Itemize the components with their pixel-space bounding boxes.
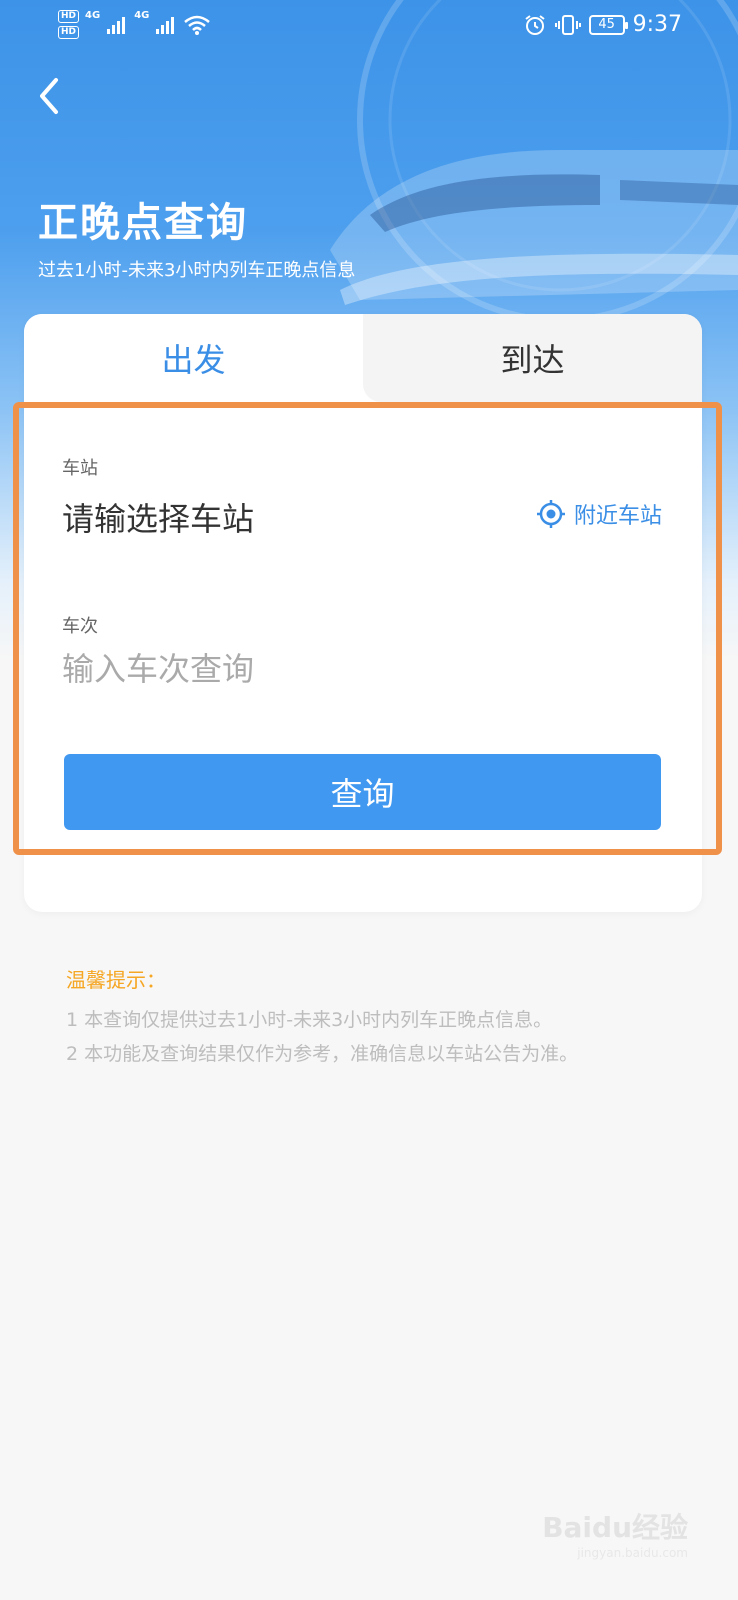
page-subtitle: 过去1小时-未来3小时内列车正晚点信息 [38, 260, 356, 281]
tips-section: 温馨提示： 1 本查询仅提供过去1小时-未来3小时内列车正晚点信息。 2 本功能… [66, 964, 578, 1071]
clock: 9:37 [632, 12, 682, 37]
station-label: 车站 [62, 458, 98, 479]
query-button[interactable]: 查询 [64, 754, 661, 830]
train-number-input[interactable] [62, 646, 622, 692]
hd-badge: HD [58, 26, 80, 39]
network-type: 4G [134, 10, 150, 21]
query-card: 出发 到达 车站 请输选择车站 附近车站 车次 查询 [24, 314, 702, 912]
nearby-station-button[interactable]: 附近车站 [536, 498, 662, 530]
tab-arrival[interactable]: 到达 [363, 314, 702, 402]
back-button[interactable] [30, 74, 70, 118]
signal-icon [156, 16, 175, 34]
hd-badge: HD [58, 10, 80, 23]
tips-line: 2 本功能及查询结果仅作为参考，准确信息以车站公告为准。 [66, 1043, 579, 1065]
location-target-icon [536, 500, 565, 528]
wifi-icon [184, 15, 211, 35]
status-bar: HD HD 4G 4G 45 9:37 [0, 0, 738, 56]
vibrate-icon [554, 14, 581, 35]
watermark: Baidu经验 jingyan.baidu.com [542, 1506, 688, 1560]
page-title: 正晚点查询 [38, 200, 248, 246]
tips-line: 1 本查询仅提供过去1小时-未来3小时内列车正晚点信息。 [66, 1009, 553, 1031]
watermark-brand: Baidu经验 [542, 1511, 688, 1544]
alarm-icon [524, 14, 545, 35]
tab-bar: 出发 到达 [24, 314, 702, 402]
battery-indicator: 45 [588, 14, 628, 35]
tab-departure[interactable]: 出发 [24, 314, 363, 402]
signal-icon [107, 16, 126, 34]
tips-title: 温馨提示： [66, 968, 166, 992]
chevron-left-icon [40, 78, 58, 114]
watermark-url: jingyan.baidu.com [577, 1546, 688, 1560]
train-number-label: 车次 [62, 616, 98, 637]
station-select[interactable]: 请输选择车站 [62, 494, 254, 540]
nearby-station-label: 附近车站 [573, 504, 662, 529]
network-type: 4G [85, 10, 101, 21]
